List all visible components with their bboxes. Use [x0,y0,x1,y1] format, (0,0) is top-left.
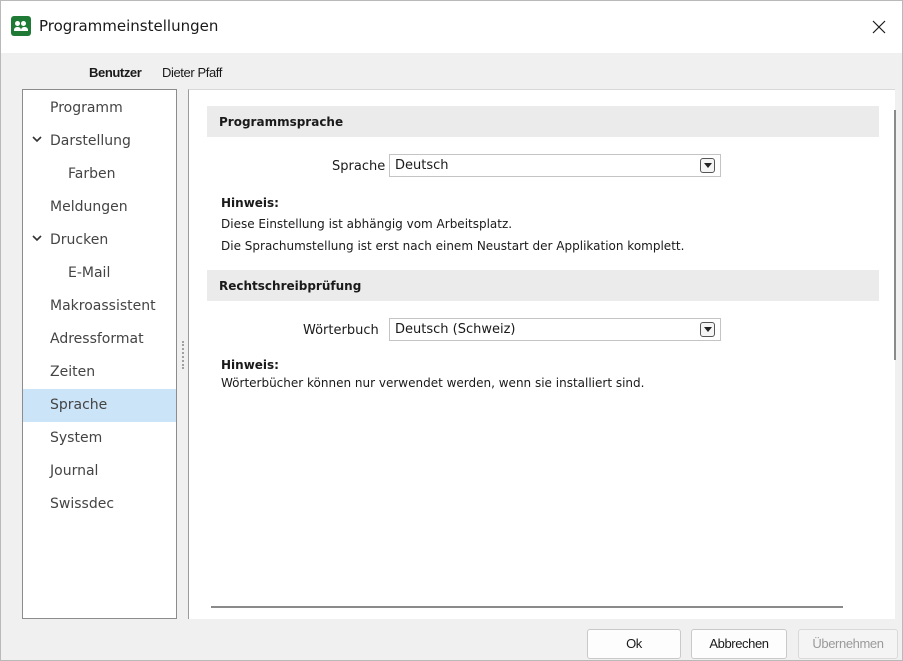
nav-item-drucken[interactable]: Drucken [23,224,176,257]
language-hint-line: Die Sprachumstellung ist erst nach einem… [221,239,685,253]
chevron-down-icon [704,327,712,332]
nav-item-label: Makroassistent [50,298,156,314]
nav-item-label: Meldungen [50,199,128,215]
section-header-rechtschreibpruefung: Rechtschreibprüfung [207,270,879,301]
nav-item-label: System [50,430,103,446]
section-header-programmsprache: Programmsprache [207,106,879,137]
language-field-label: Sprache [332,159,386,174]
nav-item-zeiten[interactable]: Zeiten [23,356,176,389]
chevron-down-icon[interactable] [32,136,42,143]
settings-content-panel: Programmsprache Sprache Deutsch Hinweis:… [188,89,896,619]
user-label: Benutzer [89,65,142,80]
dropdown-button[interactable] [700,158,715,173]
close-button[interactable] [856,1,902,53]
section-title: Rechtschreibprüfung [219,279,362,293]
nav-item-journal[interactable]: Journal [23,455,176,488]
dropdown-button[interactable] [700,322,715,337]
horizontal-scrollbar[interactable] [211,606,843,608]
user-bar: Benutzer Dieter Pfaff [1,53,902,89]
language-hint-line: Diese Einstellung ist abhängig vom Arbei… [221,217,513,231]
language-select-value: Deutsch [395,158,449,173]
users-app-icon [11,16,31,36]
nav-item-sprache[interactable]: Sprache [23,389,176,422]
language-select[interactable]: Deutsch [389,154,721,177]
vertical-scrollbar[interactable] [894,110,896,360]
chevron-down-icon [704,163,712,168]
nav-item-label: Swissdec [50,496,115,512]
nav-item-label: E-Mail [68,265,111,281]
nav-item-label: Drucken [50,232,109,248]
section-title: Programmsprache [219,115,344,129]
nav-item-farben[interactable]: Farben [23,158,176,191]
apply-button[interactable]: Übernehmen [798,629,898,659]
settings-dialog: Programmeinstellungen Benutzer Dieter Pf… [0,0,903,661]
ok-button[interactable]: Ok [587,629,681,659]
nav-item-label: Zeiten [50,364,96,380]
spelling-hint-title: Hinweis: [221,358,279,372]
nav-item-programm[interactable]: Programm [23,92,176,125]
nav-item-label: Sprache [50,397,108,413]
nav-item-darstellung[interactable]: Darstellung [23,125,176,158]
dictionary-select[interactable]: Deutsch (Schweiz) [389,318,721,341]
nav-item-swissdec[interactable]: Swissdec [23,488,176,521]
nav-item-label: Programm [50,100,123,116]
spelling-hint-line: Wörterbücher können nur verwendet werden… [221,376,645,390]
nav-item-label: Farben [68,166,116,182]
nav-item-label: Adressformat [50,331,144,347]
nav-item-system[interactable]: System [23,422,176,455]
settings-navigation-tree: Programm Darstellung Farben Meldungen Dr… [22,89,177,619]
nav-item-e-mail[interactable]: E-Mail [23,257,176,290]
language-hint-title: Hinweis: [221,196,279,210]
title-bar[interactable]: Programmeinstellungen [1,1,902,53]
chevron-down-icon[interactable] [32,235,42,242]
dictionary-field-label: Wörterbuch [303,323,379,338]
user-name: Dieter Pfaff [162,65,222,80]
splitter-handle[interactable] [182,341,184,369]
window-title: Programmeinstellungen [39,17,219,35]
dictionary-select-value: Deutsch (Schweiz) [395,322,516,337]
nav-item-adressformat[interactable]: Adressformat [23,323,176,356]
nav-item-makroassistent[interactable]: Makroassistent [23,290,176,323]
nav-item-label: Journal [50,463,99,479]
cancel-button[interactable]: Abbrechen [691,629,787,659]
close-icon [872,20,886,34]
nav-item-label: Darstellung [50,133,131,149]
nav-item-meldungen[interactable]: Meldungen [23,191,176,224]
